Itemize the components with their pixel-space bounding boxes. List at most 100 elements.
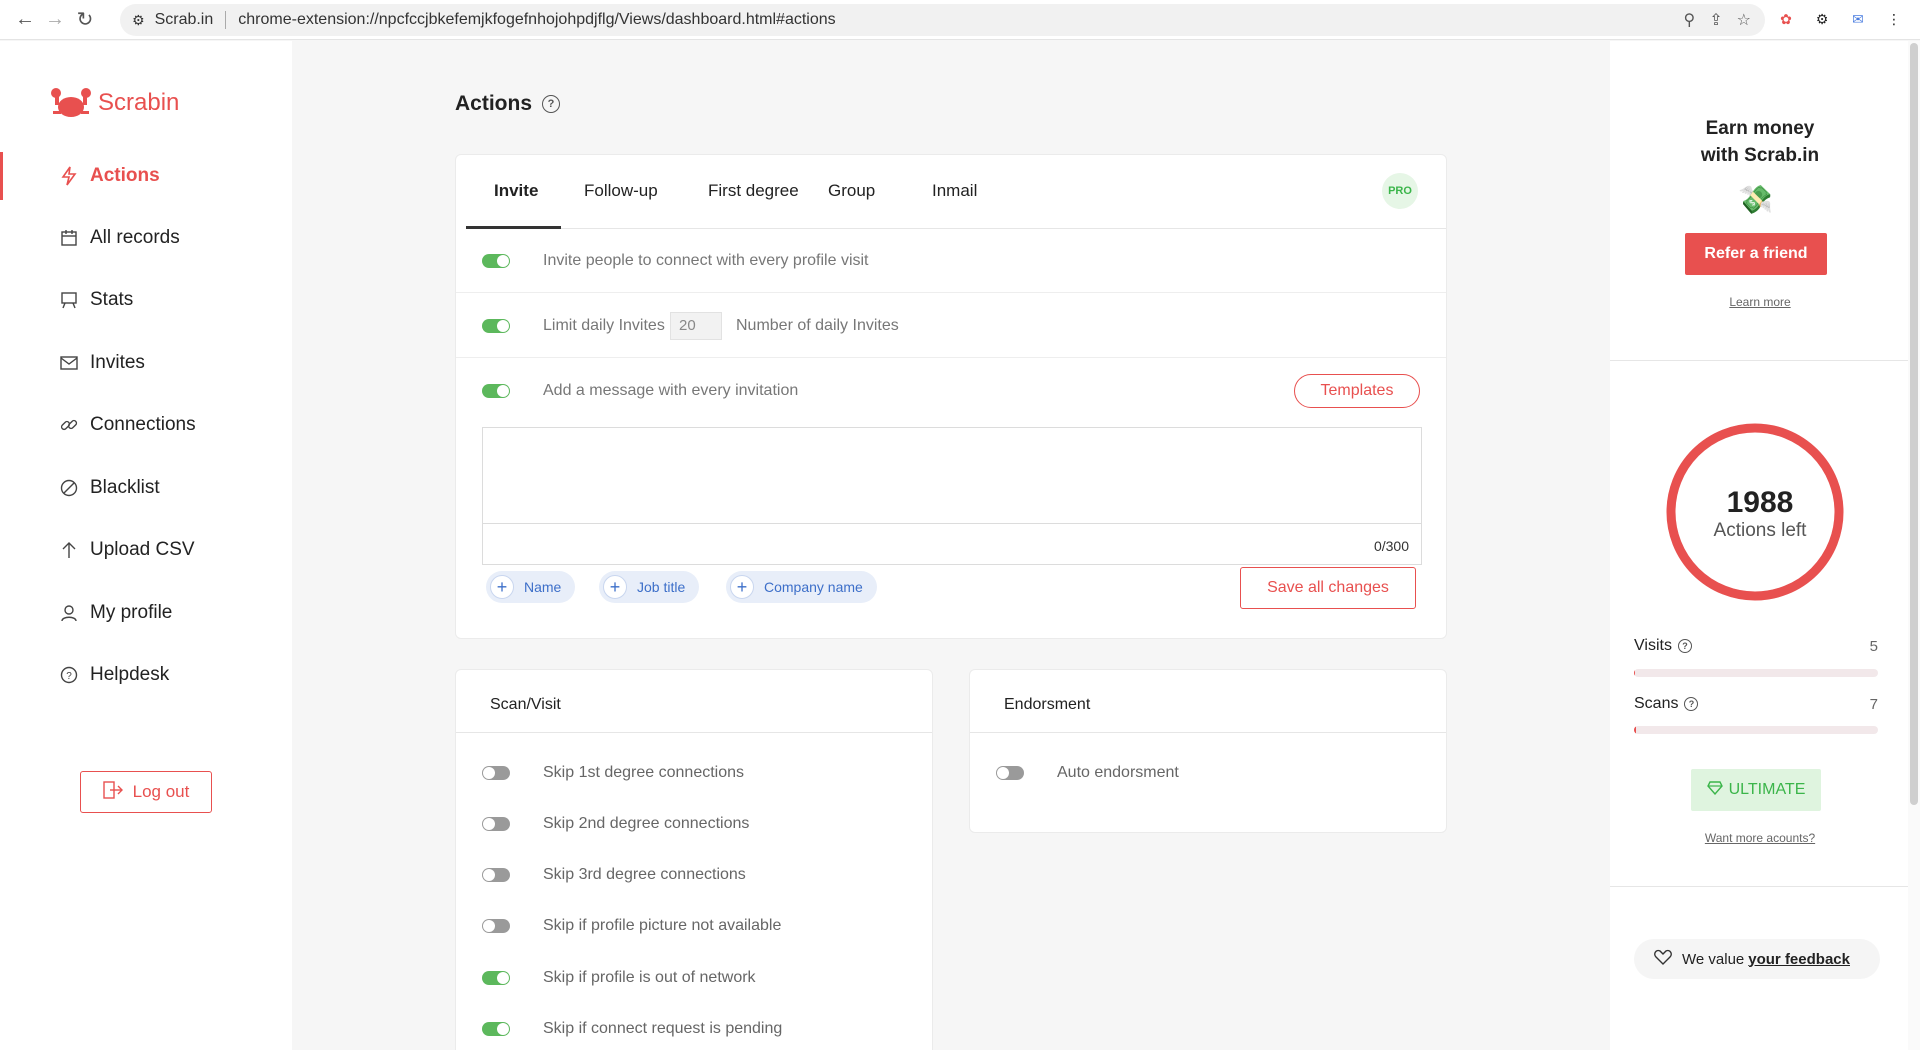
visits-progress-bar: [1634, 669, 1878, 677]
sidebar-item-label: My profile: [90, 602, 173, 623]
chip-label: Company name: [764, 579, 863, 595]
scan-visit-card: Scan/Visit Skip 1st degree connections S…: [455, 669, 933, 1050]
sidebar-item-stats[interactable]: Stats: [0, 280, 292, 320]
help-circle-icon[interactable]: ?: [1677, 639, 1692, 653]
menu-dots-icon[interactable]: ⋮: [1883, 8, 1905, 30]
actions-left-label: Actions left: [1713, 520, 1807, 541]
limit-daily-toggle[interactable]: [482, 318, 510, 333]
address-bar[interactable]: ⚙ Scrab.in chrome-extension://npcfccjbke…: [120, 4, 1765, 36]
tab-follow-up[interactable]: Follow-up: [584, 181, 658, 201]
insert-name-chip[interactable]: + Name: [486, 571, 576, 603]
sidebar-item-blacklist[interactable]: Blacklist: [0, 468, 292, 508]
sidebar-item-connections[interactable]: Connections: [0, 405, 292, 445]
ultimate-label: ULTIMATE: [1728, 781, 1806, 798]
mail-extension-icon[interactable]: ✉: [1847, 8, 1869, 30]
skip-3rd-degree-toggle[interactable]: [482, 868, 510, 882]
message-box: 0/300: [482, 427, 1422, 565]
visits-value: 5: [1869, 637, 1878, 655]
link-icon: [58, 414, 80, 436]
save-all-changes-button[interactable]: Save all changes: [1240, 567, 1416, 609]
endorsment-option-row: Auto endorsment: [970, 763, 1446, 783]
add-message-toggle[interactable]: [482, 384, 510, 398]
feedback-link[interactable]: your feedback: [1748, 951, 1850, 968]
forward-button[interactable]: →: [40, 5, 70, 35]
sidebar-item-actions[interactable]: Actions: [0, 152, 292, 200]
logout-icon: [102, 780, 123, 804]
reload-icon: ↻: [76, 9, 94, 31]
panel-divider: [1610, 886, 1910, 887]
zoom-icon[interactable]: ⚲: [1684, 10, 1696, 30]
ultimate-plan-button[interactable]: ULTIMATE: [1691, 769, 1821, 811]
tab-invite[interactable]: Invite: [494, 181, 538, 201]
insert-company-name-chip[interactable]: + Company name: [726, 571, 877, 603]
skip-no-picture-toggle[interactable]: [482, 919, 510, 933]
sidebar-item-all-records[interactable]: All records: [0, 218, 292, 258]
heart-icon: [1654, 949, 1672, 969]
page-scrollbar[interactable]: [1908, 41, 1920, 1050]
help-circle-icon[interactable]: ?: [1684, 697, 1699, 711]
invite-on-visit-toggle[interactable]: [482, 253, 510, 268]
url-text: chrome-extension://npcfccjbkefemjkfogefn…: [238, 11, 836, 28]
templates-button[interactable]: Templates: [1294, 374, 1420, 408]
insert-job-title-chip[interactable]: + Job title: [599, 571, 700, 603]
pro-badge: PRO: [1382, 173, 1418, 209]
help-circle-icon[interactable]: ?: [542, 95, 561, 113]
sidebar-item-my-profile[interactable]: My profile: [0, 593, 292, 633]
learn-more-link[interactable]: Learn more: [1610, 295, 1910, 309]
skip-out-of-network-toggle[interactable]: [482, 971, 510, 985]
auto-endorsment-toggle[interactable]: [996, 766, 1024, 780]
limit-daily-row: Limit daily Invites 20 Number of daily I…: [456, 294, 1446, 358]
money-icon: 💸: [1738, 184, 1773, 215]
page-title-text: Actions: [455, 92, 533, 115]
feedback-pill[interactable]: We value your feedback: [1634, 939, 1880, 979]
question-icon: ?: [58, 664, 80, 686]
tab-first-degree[interactable]: First degree: [708, 181, 799, 201]
star-icon[interactable]: ☆: [1737, 10, 1751, 30]
endorsment-title: Endorsment: [1004, 696, 1091, 713]
action-tabs: Invite Follow-up First degree Group Inma…: [466, 155, 1446, 229]
extensions-icon[interactable]: ⚙: [1811, 8, 1833, 30]
visits-stat: Visits ? 5: [1634, 637, 1878, 655]
share-icon[interactable]: ⇪: [1709, 10, 1722, 30]
skip-1st-degree-toggle[interactable]: [482, 766, 510, 780]
tab-group[interactable]: Group: [828, 181, 875, 201]
plus-icon: +: [603, 575, 627, 599]
want-more-accounts-link[interactable]: Want more acounts?: [1610, 831, 1910, 845]
skip-2nd-degree-toggle[interactable]: [482, 817, 510, 831]
daily-invites-input[interactable]: 20: [670, 311, 722, 340]
earn-line-1: Earn money: [1705, 118, 1815, 139]
calendar-icon: [58, 227, 80, 249]
svg-text:?: ?: [66, 671, 72, 682]
puzzle-icon: ⚙: [132, 11, 145, 28]
earn-money-heading: Earn money with Scrab.in: [1610, 115, 1910, 169]
scan-option-row: Skip 2nd degree connections: [456, 814, 932, 834]
invite-on-visit-label: Invite people to connect with every prof…: [543, 251, 869, 269]
logout-button[interactable]: Log out: [80, 771, 212, 813]
browser-toolbar: ← → ↻ ⚙ Scrab.in chrome-extension://npcf…: [0, 0, 1920, 40]
back-button[interactable]: ←: [10, 5, 40, 35]
limit-daily-label: Limit daily Invites: [543, 316, 665, 334]
sidebar-item-label: Helpdesk: [90, 664, 170, 685]
sidebar-item-helpdesk[interactable]: ? Helpdesk: [0, 655, 292, 695]
reload-button[interactable]: ↻: [70, 5, 100, 35]
logo[interactable]: Scrabin: [50, 85, 179, 121]
tab-inmail[interactable]: Inmail: [932, 181, 977, 201]
scrabin-extension-icon[interactable]: ✿: [1775, 8, 1797, 30]
refer-a-friend-button[interactable]: Refer a friend: [1685, 233, 1827, 275]
scroll-thumb[interactable]: [1910, 43, 1918, 805]
earn-line-2: with Scrab.in: [1700, 145, 1820, 166]
feedback-prefix: We value: [1682, 950, 1745, 968]
sidebar: Scrabin Actions All records Stats Invite…: [0, 41, 292, 1050]
scan-option-row: Skip if connect request is pending: [456, 1019, 932, 1039]
scans-stat: Scans ? 7: [1634, 695, 1878, 713]
arrow-right-icon: →: [45, 8, 65, 30]
sidebar-item-upload-csv[interactable]: Upload CSV: [0, 530, 292, 570]
invite-settings-card: Invite Follow-up First degree Group Inma…: [455, 154, 1447, 639]
card-divider: [456, 732, 932, 733]
sidebar-item-label: Actions: [90, 165, 160, 186]
skip-pending-request-toggle[interactable]: [482, 1022, 510, 1036]
user-icon: [58, 602, 80, 624]
option-label: Skip if connect request is pending: [543, 1020, 783, 1037]
sidebar-item-invites[interactable]: Invites: [0, 343, 292, 383]
message-textarea[interactable]: [483, 428, 1421, 524]
